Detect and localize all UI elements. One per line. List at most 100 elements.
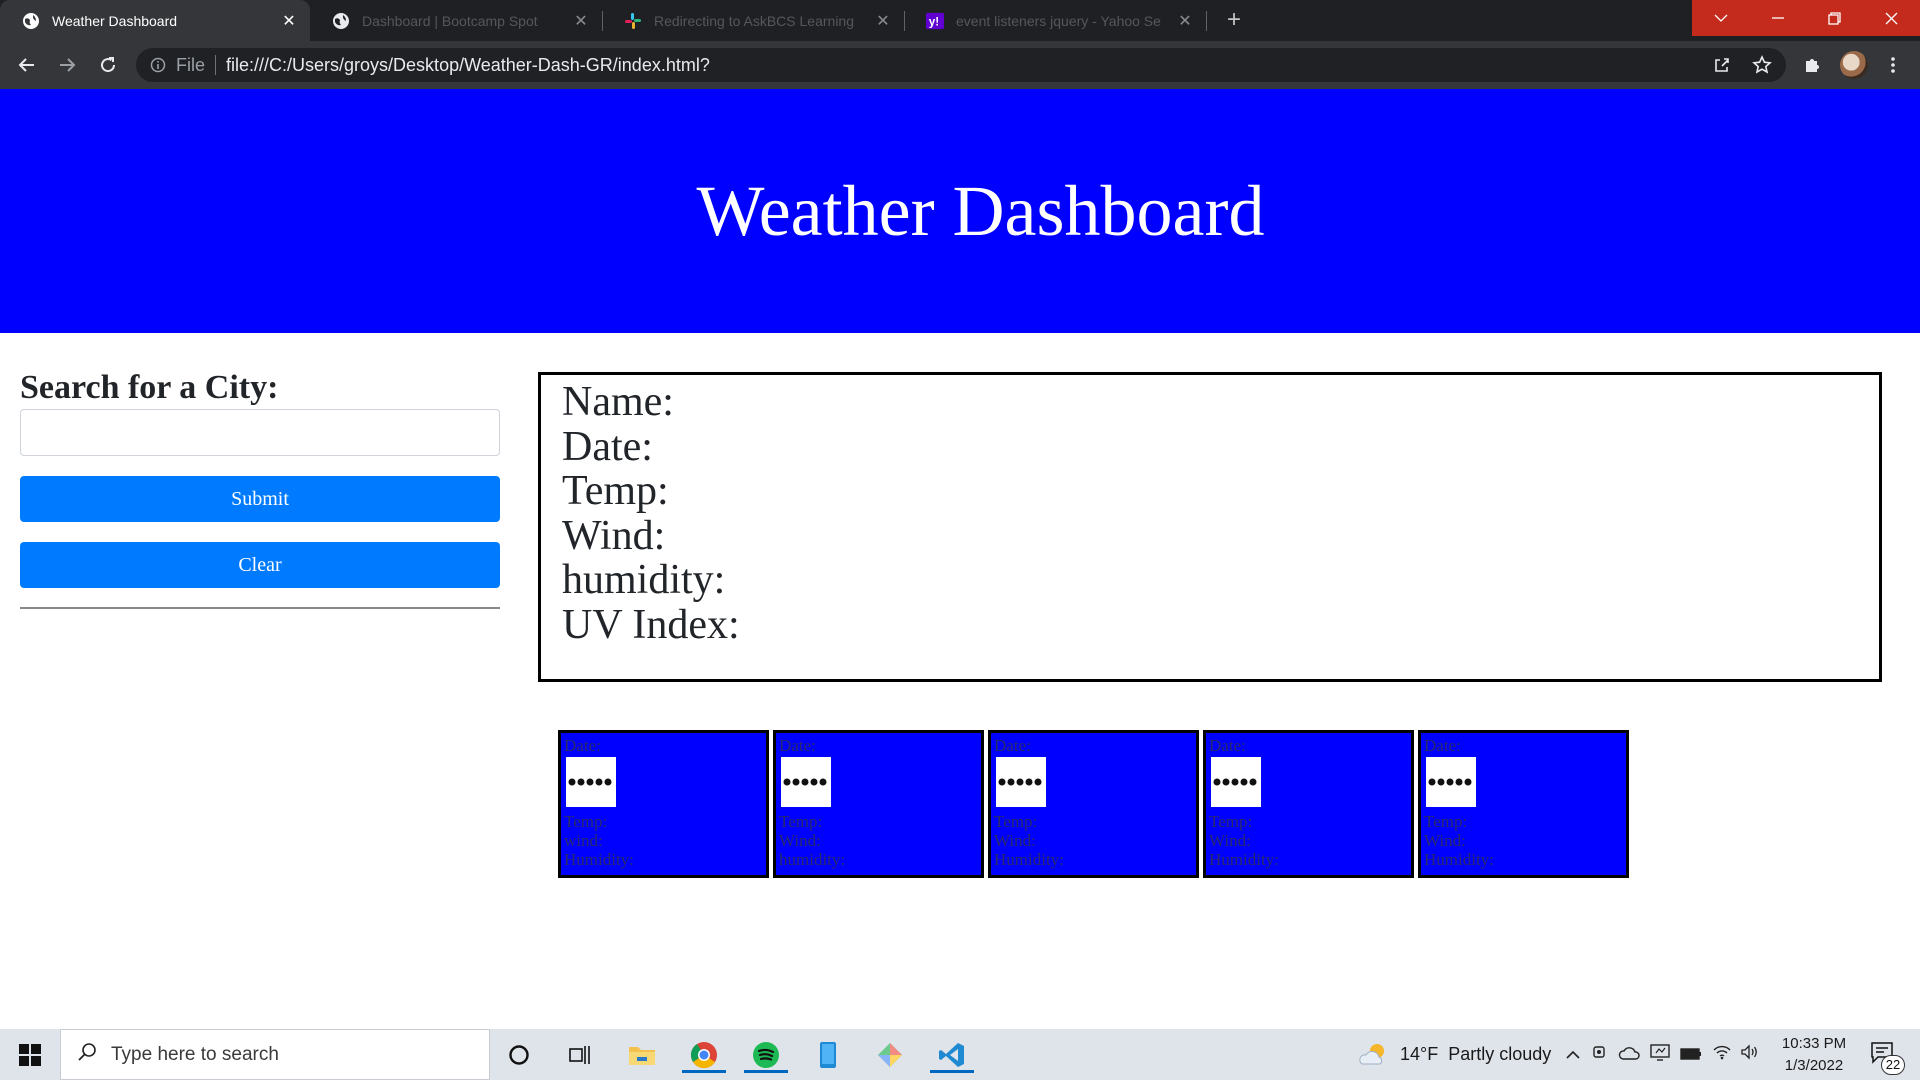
current-humidity-label: humidity:	[562, 557, 726, 603]
chrome-menu-button[interactable]	[1881, 53, 1905, 77]
show-hidden-icons-button[interactable]	[1566, 1044, 1580, 1065]
profile-avatar[interactable]	[1840, 51, 1868, 79]
current-date-label: Date:	[562, 423, 653, 470]
windows-logo-icon	[19, 1043, 41, 1066]
city-search-input[interactable]	[20, 409, 500, 456]
close-icon	[1885, 12, 1898, 24]
forecast-temp: Temp:	[564, 812, 608, 831]
taskbar-search-box[interactable]: Type here to search	[60, 1029, 490, 1080]
forecast-date: Date:	[994, 736, 1031, 755]
forecast-wind: wind:	[564, 831, 603, 850]
forecast-temp: Temp:	[1209, 812, 1253, 831]
task-view-icon	[569, 1046, 590, 1064]
taskbar: Type here to search 14°F Partly cloudy 1…	[0, 1029, 1920, 1080]
forecast-wind: Wind:	[994, 831, 1036, 850]
taskbar-search-placeholder: Type here to search	[111, 1043, 279, 1065]
page-title: Weather Dashboard	[696, 170, 1265, 251]
chrome-taskbar-button[interactable]	[682, 1037, 726, 1073]
task-view-button[interactable]	[558, 1037, 602, 1073]
tab-yahoo-search[interactable]: y! event listeners jquery - Yahoo Se ✕	[904, 0, 1206, 41]
tab-weather-dashboard[interactable]: Weather Dashboard ✕	[0, 0, 310, 41]
search-heading: Search for a City:	[20, 369, 279, 406]
forecast-date: Date:	[1209, 736, 1246, 755]
new-tab-button[interactable]: +	[1220, 6, 1248, 34]
vscode-button[interactable]	[930, 1037, 974, 1073]
close-tab-icon[interactable]: ✕	[874, 11, 892, 31]
tab-title: Dashboard | Bootcamp Spot	[362, 12, 538, 29]
forecast-wind: Wind:	[779, 831, 821, 850]
tab-title: Redirecting to AskBCS Learning	[654, 12, 854, 29]
phone-app-button[interactable]	[806, 1037, 850, 1073]
bookmark-button[interactable]	[1750, 53, 1774, 77]
weather-icon	[1426, 757, 1476, 807]
close-tab-icon[interactable]: ✕	[572, 11, 590, 31]
forecast-card: Date: Temp: Wind: Humidity:	[1418, 730, 1629, 878]
close-tab-icon[interactable]: ✕	[280, 11, 298, 31]
share-icon	[1715, 58, 1729, 72]
forecast-wind: Wind:	[1424, 831, 1466, 850]
current-wind-label: Wind:	[562, 512, 666, 559]
weather-icon	[1211, 757, 1261, 807]
forecast-card: Date: Temp: Wind: Humidity:	[988, 730, 1199, 878]
chrome-icon	[690, 1042, 717, 1069]
minimize-icon	[1771, 17, 1784, 19]
extensions-button[interactable]	[1800, 53, 1824, 77]
address-bar[interactable]: File file:///C:/Users/groys/Desktop/Weat…	[136, 48, 1786, 82]
spotify-button[interactable]	[744, 1037, 788, 1073]
reload-button[interactable]	[96, 53, 120, 77]
tab-bootcamp-spot[interactable]: Dashboard | Bootcamp Spot ✕	[310, 0, 602, 41]
phone-icon	[820, 1042, 836, 1068]
forecast-humidity: Humidity:	[1424, 850, 1494, 869]
tab-askbcs[interactable]: Redirecting to AskBCS Learning ✕	[602, 0, 904, 41]
puzzle-icon	[1806, 59, 1819, 72]
forecast-card: Date: Temp: Wind: humidity:	[773, 730, 984, 878]
tab-strip: Weather Dashboard ✕ Dashboard | Bootcamp…	[0, 0, 1920, 41]
chevron-up-icon	[1566, 1050, 1580, 1059]
forward-arrow-icon	[60, 58, 76, 72]
partly-cloudy-icon	[1359, 1043, 1384, 1064]
reload-icon	[101, 57, 116, 73]
active-app-indicator	[744, 1070, 788, 1073]
forecast-date: Date:	[779, 736, 816, 755]
git-client-button[interactable]	[868, 1037, 912, 1073]
clear-button[interactable]: Clear	[20, 542, 500, 588]
active-app-indicator	[930, 1070, 974, 1073]
close-tab-icon[interactable]: ✕	[1176, 11, 1194, 31]
weather-icon	[566, 757, 616, 807]
volume-icon[interactable]	[1740, 1044, 1760, 1065]
svg-text:y!: y!	[929, 15, 939, 28]
minimize-button[interactable]	[1749, 0, 1806, 36]
url-text[interactable]: file:///C:/Users/groys/Desktop/Weather-D…	[226, 55, 710, 76]
restore-button[interactable]	[1806, 0, 1863, 36]
search-icon	[77, 1042, 97, 1068]
tab-separator	[1206, 11, 1207, 31]
weather-widget[interactable]: 14°F Partly cloudy	[1358, 1029, 1551, 1080]
taskbar-clock[interactable]: 10:33 PM 1/3/2022	[1766, 1033, 1862, 1077]
current-weather-panel: Name: Date: Temp: Wind: humidity: UV Ind…	[538, 372, 1882, 682]
web-page: Weather Dashboard Search for a City: Sub…	[0, 89, 1920, 1029]
info-icon[interactable]	[150, 56, 168, 74]
file-explorer-button[interactable]	[620, 1037, 664, 1073]
weather-icon	[996, 757, 1046, 807]
gitkraken-icon	[878, 1043, 902, 1067]
forecast-humidity: humidity:	[779, 850, 846, 869]
spotify-icon	[753, 1042, 779, 1068]
share-button[interactable]	[1710, 53, 1734, 77]
restore-icon	[1828, 11, 1841, 25]
battery-icon[interactable]	[1680, 1044, 1702, 1065]
cortana-button[interactable]	[497, 1037, 541, 1073]
current-name-label: Name:	[562, 379, 674, 425]
back-button[interactable]	[15, 53, 39, 77]
submit-button[interactable]: Submit	[20, 476, 500, 522]
display-icon[interactable]	[1650, 1043, 1670, 1066]
meet-now-icon[interactable]	[1592, 1044, 1608, 1065]
wifi-icon[interactable]	[1712, 1044, 1732, 1065]
close-window-button[interactable]	[1863, 0, 1920, 36]
star-icon	[1752, 55, 1772, 74]
kebab-menu-icon	[1891, 57, 1895, 73]
onedrive-icon[interactable]	[1618, 1044, 1640, 1065]
forward-button[interactable]	[55, 53, 79, 77]
forecast-card: Date: Temp: wind: Humidity:	[558, 730, 769, 878]
start-button[interactable]	[0, 1029, 60, 1080]
tab-search-button[interactable]	[1692, 0, 1749, 36]
